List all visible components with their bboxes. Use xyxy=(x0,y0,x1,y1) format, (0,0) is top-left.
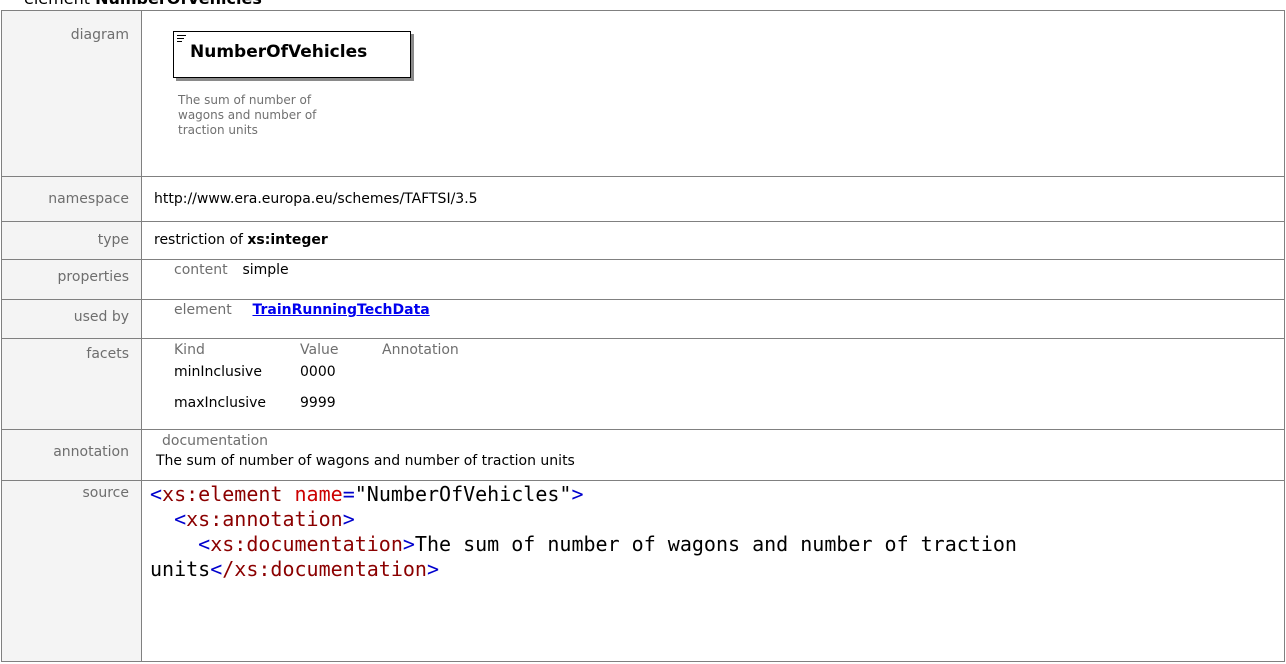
annotation-label: annotation xyxy=(1,429,142,481)
schema-diagram: NumberOfVehicles The sum of number of wa… xyxy=(142,11,1284,176)
type-prefix: restriction of xyxy=(154,232,248,248)
facets-header-kind: Kind xyxy=(174,342,205,358)
heading-element-name: NumberOfVehicles xyxy=(95,0,262,8)
facets-header-annotation: Annotation xyxy=(382,342,459,358)
source-line-2: <xs:annotation> xyxy=(174,507,355,531)
facets-label: facets xyxy=(1,338,142,430)
element-doc-icon xyxy=(177,35,186,44)
source-tag: xs:element xyxy=(162,482,283,506)
source-row: source <xs:element name="NumberOfVehicle… xyxy=(1,480,1285,662)
annotation-row: annotation documentation The sum of numb… xyxy=(1,429,1285,481)
properties-label: properties xyxy=(1,259,142,300)
element-node-name: NumberOfVehicles xyxy=(190,42,368,62)
source-tag: xs:documentation xyxy=(210,532,403,556)
facet-kind: maxInclusive xyxy=(174,395,267,411)
used-by-row: used by element TrainRunningTechData xyxy=(1,299,1285,339)
namespace-row: namespace http://www.era.europa.eu/schem… xyxy=(1,176,1285,222)
source-line-3: <xs:documentation>The sum of number of w… xyxy=(198,532,1017,556)
heading-prefix: element xyxy=(24,0,95,8)
element-node-documentation: The sum of number of wagons and number o… xyxy=(178,93,317,137)
source-attr-value: "NumberOfVehicles" xyxy=(354,482,572,506)
namespace-value: http://www.era.europa.eu/schemes/TAFTSI/… xyxy=(141,176,1285,222)
type-value: restriction of xs:integer xyxy=(141,221,1285,260)
diagram-row: diagram NumberOfVehicles The sum of numb… xyxy=(1,10,1285,177)
annotation-text: The sum of number of wagons and number o… xyxy=(156,453,575,469)
type-label: type xyxy=(1,221,142,260)
properties-key: content xyxy=(174,262,228,278)
type-row: type restriction of xs:integer xyxy=(1,221,1285,260)
source-tag: /xs:documentation xyxy=(222,557,427,581)
diagram-label: diagram xyxy=(1,10,142,177)
facet-row: minInclusive 0000 xyxy=(154,359,1284,385)
properties-row: properties content simple xyxy=(1,259,1285,300)
used-by-kind: element xyxy=(174,302,232,318)
used-by-label: used by xyxy=(1,299,142,339)
source-line-4: units</xs:documentation> xyxy=(150,557,440,581)
type-base: xs:integer xyxy=(247,232,328,248)
facet-row: maxInclusive 9999 xyxy=(154,385,1284,421)
source-label: source xyxy=(1,480,142,662)
namespace-label: namespace xyxy=(1,176,142,222)
source-attr: name xyxy=(294,482,343,506)
annotation-value: documentation The sum of number of wagon… xyxy=(141,429,1285,481)
properties-content-value: simple xyxy=(242,262,289,278)
source-tag: xs:annotation xyxy=(186,507,343,531)
facet-value: 9999 xyxy=(300,395,336,411)
element-node[interactable]: NumberOfVehicles xyxy=(173,31,411,78)
facets-row: facets Kind Value Annotation minInclusive 0… xyxy=(1,338,1285,430)
facet-kind: minInclusive xyxy=(174,364,262,380)
used-by-value: element TrainRunningTechData xyxy=(141,299,1285,339)
properties-value: content simple xyxy=(141,259,1285,300)
annotation-key: documentation xyxy=(162,433,269,449)
properties-table: diagram NumberOfVehicles The sum of numb… xyxy=(1,10,1285,662)
facets-value: Kind Value Annotation minInclusive 0000 max… xyxy=(141,338,1285,430)
source-code: <xs:element name="NumberOfVehicles"> <xs… xyxy=(141,480,1285,662)
source-text: units xyxy=(150,557,211,581)
page-title: element NumberOfVehicles xyxy=(24,0,262,9)
facet-value: 0000 xyxy=(300,364,336,380)
diagram-cell: NumberOfVehicles The sum of number of wa… xyxy=(141,10,1285,177)
facets-header-value: Value xyxy=(300,342,339,358)
used-by-link[interactable]: TrainRunningTechData xyxy=(252,302,429,318)
source-line-1: <xs:element name="NumberOfVehicles"> xyxy=(150,482,584,506)
source-text: The sum of number of wagons and number o… xyxy=(414,532,1017,556)
